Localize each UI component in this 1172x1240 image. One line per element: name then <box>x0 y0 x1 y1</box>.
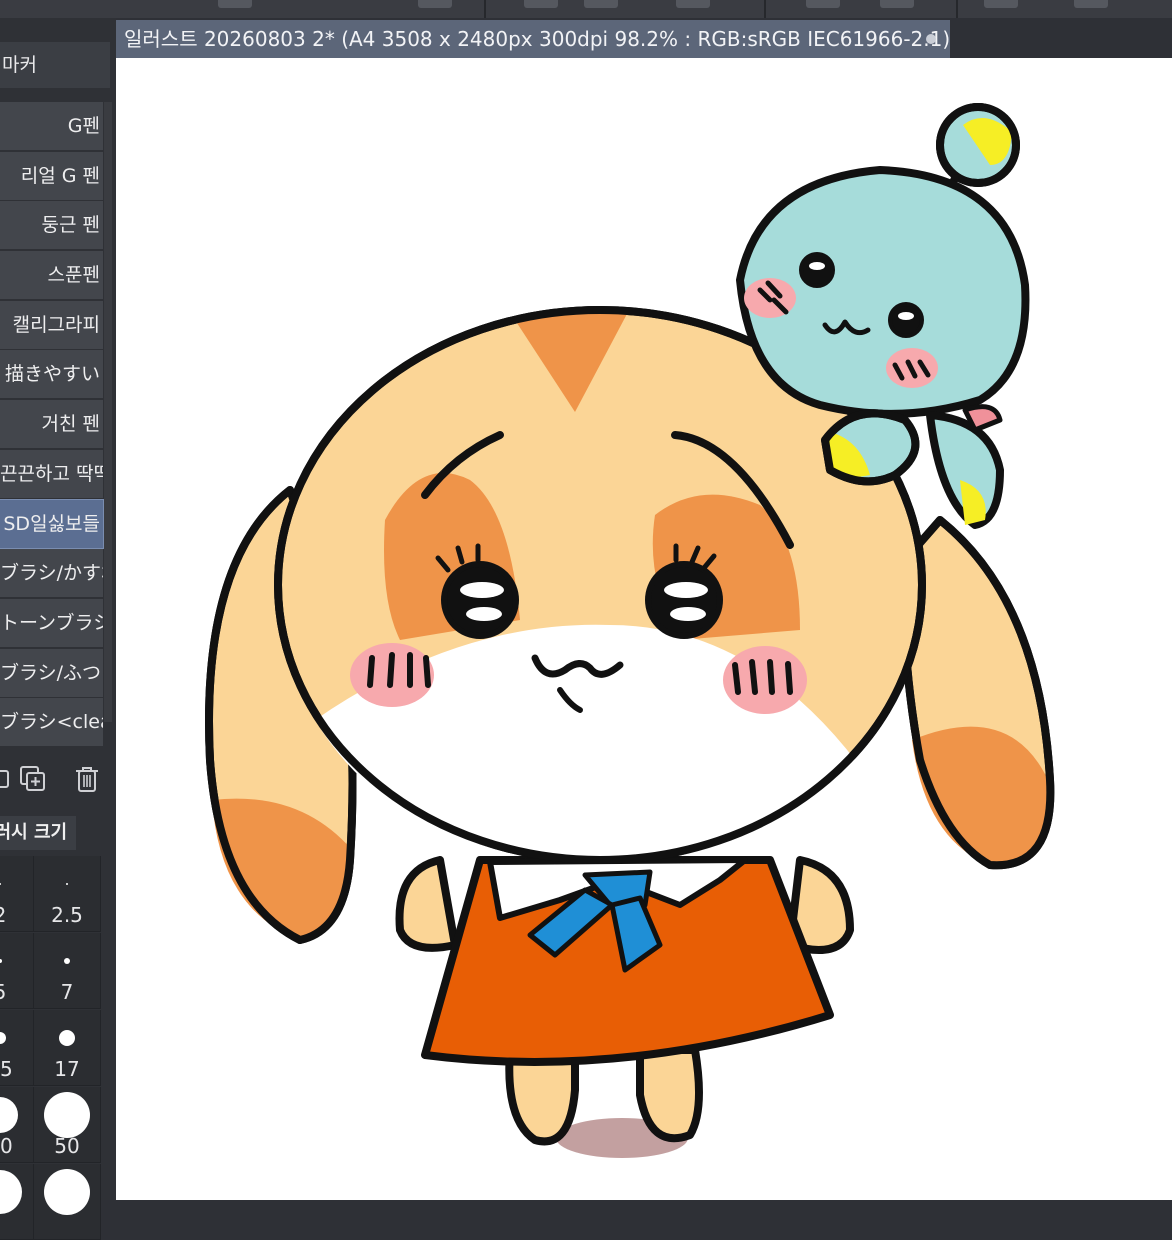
brush-size-cell[interactable]: 17 <box>34 1010 101 1086</box>
brush-size-label: 17 <box>54 1057 80 1081</box>
brush-size-preview-dot <box>66 883 68 885</box>
brush-item-easy-draw[interactable]: 描きやすい <box>0 350 103 399</box>
brush-size-label: 5 <box>0 980 33 1004</box>
brush-item-brush-kasure[interactable]: ブラシ/かすれ <box>0 549 103 598</box>
toolbar-button[interactable] <box>418 0 452 8</box>
brush-item-round-pen[interactable]: 둥근 펜 <box>0 201 103 250</box>
brush-size-preview-dot <box>0 959 2 963</box>
brush-size-preview-dot <box>64 958 70 964</box>
brush-size-cell[interactable]: 15 <box>0 1010 34 1086</box>
drawing-canvas[interactable] <box>116 58 1172 1200</box>
trash-icon[interactable] <box>72 764 102 794</box>
toolbar-button[interactable] <box>806 0 840 8</box>
subtool-group-header[interactable]: 마커 <box>0 42 110 88</box>
duplicate-icon[interactable] <box>18 764 48 794</box>
brush-size-preview-dot <box>59 1030 75 1046</box>
brush-size-label: 40 <box>0 1134 13 1158</box>
brush-item-brush-normal[interactable]: ブラシ/ふつう <box>0 648 103 697</box>
canvas-tab-title: 일러스트 20260803 2* (A4 3508 x 2480px 300dp… <box>124 27 951 51</box>
brush-item-rough-pen[interactable]: 거친 펜 <box>0 400 103 449</box>
brush-size-preview-dot <box>44 1169 90 1215</box>
brush-size-label: 50 <box>54 1134 80 1158</box>
brush-size-preview-dot <box>0 883 1 885</box>
canvas-tab[interactable]: 일러스트 20260803 2* (A4 3508 x 2480px 300dp… <box>116 20 950 58</box>
brush-size-cell[interactable]: 40 <box>0 1087 34 1163</box>
brush-item-tone-brush[interactable]: トーンブラシ <box>0 598 103 647</box>
brush-list-actions <box>0 758 116 798</box>
toolbar-button[interactable] <box>676 0 710 8</box>
toolbar-button[interactable] <box>1074 0 1108 8</box>
brush-size-cell[interactable]: 2 <box>0 856 34 932</box>
brush-size-cell[interactable]: 5 <box>0 933 34 1009</box>
brush-size-cell[interactable]: 7 <box>34 933 101 1009</box>
brush-item-real-g-pen[interactable]: 리얼 G 펜 <box>0 151 103 200</box>
tab-bar-empty <box>950 20 1172 58</box>
brush-size-label: 7 <box>60 980 74 1004</box>
toolbar-button[interactable] <box>584 0 618 8</box>
brush-size-cell[interactable]: 2.5 <box>34 856 101 932</box>
brush-size-preview-dot <box>44 1092 90 1138</box>
toolbar-button[interactable] <box>524 0 558 8</box>
brush-size-title: 브러시 크기 <box>0 822 68 843</box>
brush-item-sd-selected[interactable]: SD일싫보들 <box>0 498 104 549</box>
toolbar-button[interactable] <box>218 0 252 8</box>
brush-item-calligraphy[interactable]: 캘리그라피 <box>0 300 103 349</box>
brush-size-cell[interactable]: 50 <box>34 1087 101 1163</box>
brush-item-brush-clear[interactable]: ブラシ<clear> <box>0 698 103 747</box>
brush-size-cell[interactable] <box>0 1164 34 1240</box>
brush-size-label: 15 <box>0 1057 13 1081</box>
left-panel: 마커 G펜 리얼 G 펜 둥근 펜 스푼펜 캘리그라피 描きやすい 거친 펜 끈… <box>0 18 116 1240</box>
brush-size-preview-dot <box>0 1170 22 1214</box>
brush-item-sticky-hard-pen[interactable]: 끈끈하고 딱딱한 펜 <box>0 449 103 498</box>
toolbar-separator <box>484 0 486 18</box>
modified-dot-icon[interactable] <box>926 34 936 44</box>
toolbar-button[interactable] <box>984 0 1018 8</box>
brush-item-g-pen[interactable]: G펜 <box>0 102 103 150</box>
brush-size-tab[interactable]: 브러시 크기 <box>0 816 76 850</box>
toolbar-separator <box>764 0 766 18</box>
top-toolbar <box>0 0 1172 18</box>
toolbar-separator <box>956 0 958 18</box>
brush-size-preview-dot <box>0 1032 6 1044</box>
illustration-artwork <box>205 103 1055 1158</box>
brush-size-label: 2.5 <box>51 903 83 927</box>
brush-size-preview-dot <box>0 1097 18 1133</box>
brush-size-label: 2 <box>0 903 33 927</box>
brush-list-scrollbar[interactable] <box>104 102 112 722</box>
brush-item-spoon-pen[interactable]: 스푼펜 <box>0 251 103 300</box>
brush-size-cell[interactable] <box>34 1164 101 1240</box>
brush-list: G펜 리얼 G 펜 둥근 펜 스푼펜 캘리그라피 描きやすい 거친 펜 끈끈하고… <box>0 102 104 748</box>
toolbar-button[interactable] <box>880 0 914 8</box>
